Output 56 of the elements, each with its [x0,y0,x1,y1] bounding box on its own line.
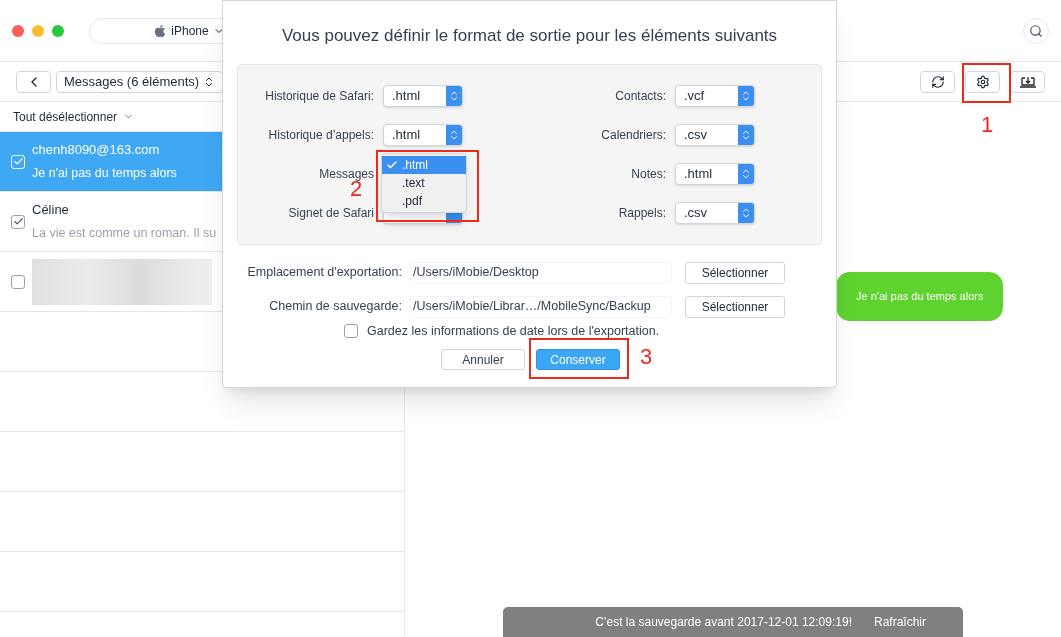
select-all-toggle[interactable]: Tout désélectionner [13,107,118,126]
highlight-frame [962,63,1011,103]
apple-icon [153,23,168,38]
keep-dates-label: Gardez les informations de date lors de l'exportation. [367,322,660,340]
format-select[interactable]: .csv [675,123,755,146]
step-number: 3 [640,343,653,371]
contact-name: Céline [32,200,70,219]
dropdown-option[interactable]: .text [382,173,466,192]
refresh-link[interactable]: Rafraîchir [874,613,926,631]
format-select[interactable]: .html [383,123,463,146]
path-label: Emplacement d'exportation: [246,264,402,282]
format-select[interactable]: .csv [675,201,755,224]
format-label: Calendriers: [600,126,666,144]
format-select[interactable]: .vcf [675,84,755,107]
format-label: Signet de Safari [287,204,374,222]
format-select[interactable]: .html [383,84,463,107]
check-icon [386,158,398,171]
path-field[interactable]: /Users/iMobie/Desktop [410,261,672,284]
cancel-button[interactable]: Annuler [441,349,525,371]
checkbox[interactable] [11,274,25,289]
stepper-icon [448,89,460,102]
checkbox[interactable] [344,323,358,338]
settings-icon [975,74,990,89]
minimize-icon[interactable] [32,24,44,37]
dropdown-option[interactable]: .pdf [382,191,466,210]
refresh-button[interactable] [920,70,955,93]
checkbox[interactable] [11,214,25,229]
select-folder-button[interactable]: Sélectionner [685,261,785,284]
stepper-icon [448,128,460,141]
export-icon [1018,75,1037,88]
format-select[interactable]: .html [675,162,755,185]
search-icon [1029,23,1043,38]
path-label: Chemin de sauvegarde: [268,298,402,316]
zoom-icon[interactable] [52,24,64,37]
format-label: Contacts: [614,87,666,105]
format-label: Historique d’appels: [267,126,374,144]
back-button[interactable] [16,70,51,93]
format-label: Rappels: [617,204,666,222]
format-label: Notes: [630,165,666,183]
toast-message: C’est la sauvegarde avant 2017-12-01 12:09:19! [595,614,852,631]
settings-button[interactable] [965,70,1000,93]
message-preview: La vie est comme un roman. Il su [32,225,217,243]
message-bubble: Je n'ai pas du temps alors [836,272,1004,321]
stepper-icon [740,206,752,219]
format-label: Messages [318,165,374,181]
stepper-icon [740,167,752,180]
select-folder-button[interactable]: Sélectionner [685,295,785,318]
refresh-icon [930,74,945,89]
message-preview: Je n'ai pas du temps alors [32,165,177,183]
step-number: 1 [981,111,994,139]
format-label: Historique de Safari: [264,87,374,105]
close-icon[interactable] [12,24,24,37]
contact-name: chenh8090@163.com [32,140,161,159]
path-field[interactable]: /Users/iMobie/Librar…/MobileSync/Backup [410,295,672,318]
stepper-icon [740,128,752,141]
stepper-icon [740,89,752,102]
